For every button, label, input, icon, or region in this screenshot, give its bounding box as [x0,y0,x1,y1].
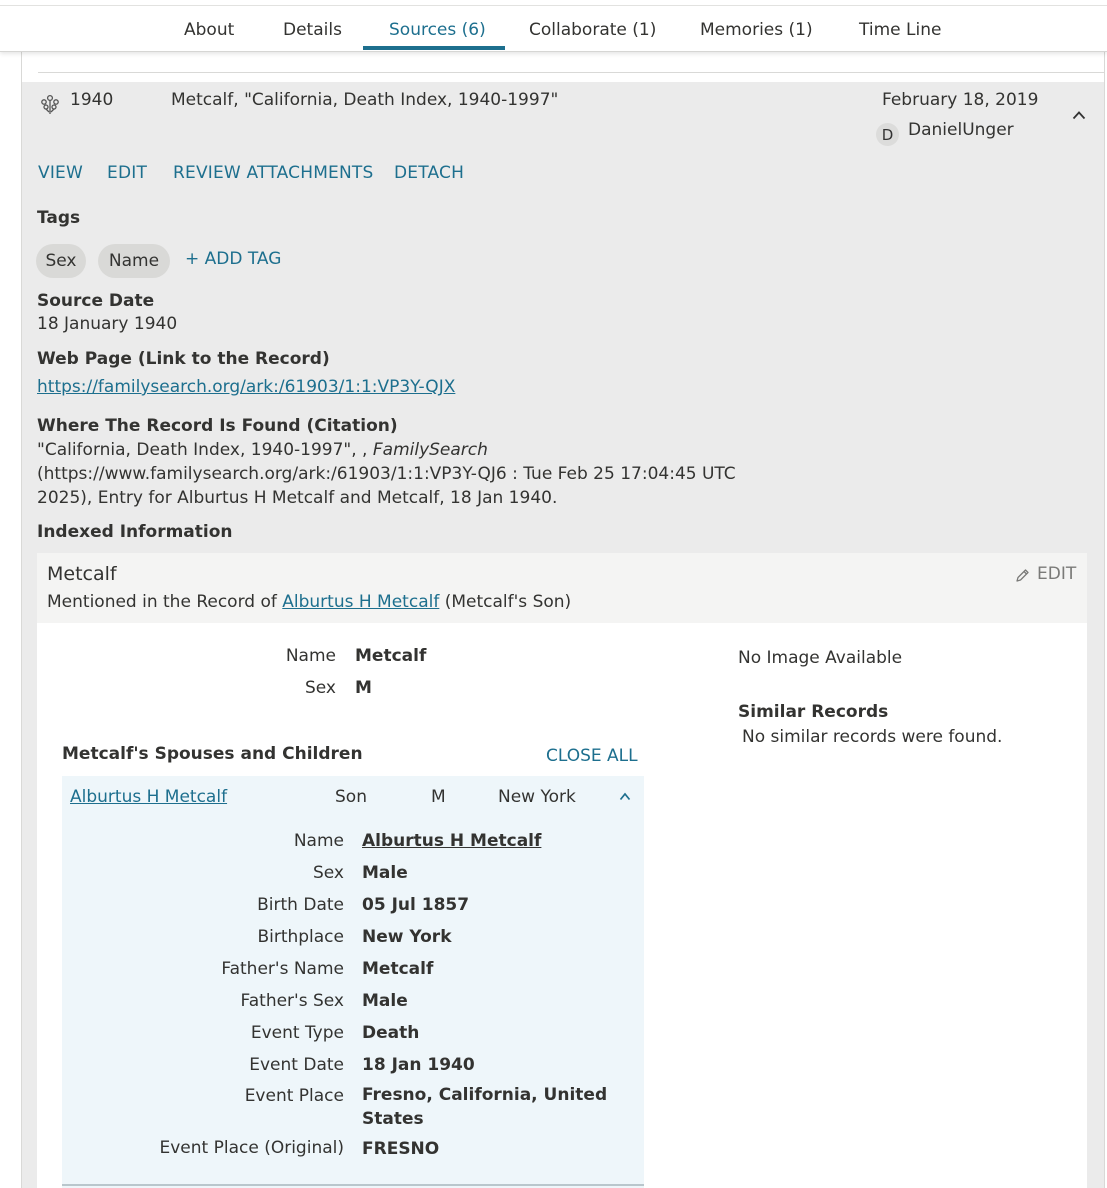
detail-value: Male [362,991,408,1011]
detail-label: Father's Name [221,959,344,979]
indexed-person-header [37,553,1087,623]
pencil-icon[interactable] [1015,568,1030,583]
tags-label: Tags [37,208,81,228]
detail-label: Father's Sex [240,991,344,1011]
detail-label: Event Type [250,1023,344,1043]
attached-date: February 18, 2019 [882,90,1039,110]
tree-icon [41,94,59,114]
detail-value-continued: States [362,1109,424,1129]
tab-bar: About Details Sources (6) Collaborate (1… [0,0,1107,52]
child-panel [62,776,644,1188]
indexed-edit-button[interactable]: EDIT [1037,564,1076,584]
detail-label: Event Place (Original) [159,1138,345,1158]
page-right-border [1104,52,1105,1188]
source-year: 1940 [70,90,114,110]
detail-label: Name [293,831,344,851]
field-value: Metcalf [355,646,427,666]
chevron-up-icon[interactable] [1072,110,1086,120]
field-label: Name [285,646,336,666]
similar-records-label: Similar Records [738,702,889,722]
mentioned-person-link[interactable]: Alburtus H Metcalf [282,592,439,612]
citation-text: "California, Death Index, 1940-1997", , [37,440,368,460]
tab-about[interactable]: About [184,20,234,40]
citation-line: (https://www.familysearch.org/ark:/61903… [37,464,736,484]
detail-value: FRESNO [362,1139,440,1159]
detail-value: Death [362,1023,420,1043]
mentioned-suffix: (Metcalf's Son) [444,592,572,612]
tab-memories[interactable]: Memories (1) [700,20,813,40]
child-name-link[interactable]: Alburtus H Metcalf [70,787,227,807]
web-page-label: Web Page (Link to the Record) [37,349,330,369]
detail-label: Event Date [249,1055,344,1075]
citation-publisher: FamilySearch [372,440,488,460]
tab-collaborate[interactable]: Collaborate (1) [529,20,656,40]
detail-label: Birth Date [257,895,344,915]
web-page-link[interactable]: https://familysearch.org/ark:/61903/1:1:… [37,377,455,397]
detail-label: Birthplace [257,927,344,947]
tag-chip[interactable]: Name [98,244,170,278]
citation-line: 2025), Entry for Alburtus H Metcalf and … [37,488,558,508]
child-relation: Son [335,787,367,807]
add-tag-button[interactable]: + ADD TAG [185,249,281,269]
child-panel-bottom-border [62,1184,644,1186]
mentioned-prefix: Mentioned in the Record of [47,592,277,612]
avatar: D [876,123,899,146]
indexed-information-label: Indexed Information [37,522,233,542]
detail-label: Event Place [244,1086,344,1106]
field-label: Sex [304,678,336,698]
field-value: M [355,678,372,698]
citation-label: Where The Record Is Found (Citation) [37,416,398,436]
view-button[interactable]: VIEW [38,163,83,183]
tab-details[interactable]: Details [283,20,342,40]
child-place: New York [498,787,576,807]
indexed-person-name: Metcalf [47,563,117,585]
review-attachments-button[interactable]: REVIEW ATTACHMENTS [173,163,374,183]
attached-by-user[interactable]: DanielUnger [908,120,1014,140]
detail-value: 05 Jul 1857 [362,895,470,915]
close-all-button[interactable]: CLOSE ALL [546,746,638,766]
detail-value: Fresno, California, United [362,1085,608,1105]
chevron-up-icon[interactable] [619,792,631,801]
top-divider [0,5,1107,6]
tab-time-line[interactable]: Time Line [859,20,941,40]
detail-value: 18 Jan 1940 [362,1055,475,1075]
active-tab-indicator [363,46,505,50]
detail-value: Metcalf [362,959,434,979]
tag-chip[interactable]: Sex [36,244,86,278]
edit-button[interactable]: EDIT [107,163,147,183]
detach-button[interactable]: DETACH [394,163,464,183]
detail-label: Sex [312,863,344,883]
mentioned-in-record: Mentioned in the Record of Alburtus H Me… [47,592,571,612]
detail-value: New York [362,927,452,947]
previous-item-divider [38,72,1104,73]
source-date-value: 18 January 1940 [37,314,178,334]
citation-line: "California, Death Index, 1940-1997", , … [37,440,488,460]
detail-name-link[interactable]: Alburtus H Metcalf [362,831,541,851]
child-sex: M [431,787,446,807]
spouses-children-heading: Metcalf's Spouses and Children [62,744,363,764]
detail-value: Male [362,863,408,883]
source-date-label: Source Date [37,291,155,311]
similar-records-text: No similar records were found. [742,727,1003,747]
tab-sources[interactable]: Sources (6) [389,20,486,40]
source-title[interactable]: Metcalf, "California, Death Index, 1940-… [171,90,558,110]
no-image-text: No Image Available [738,648,903,668]
